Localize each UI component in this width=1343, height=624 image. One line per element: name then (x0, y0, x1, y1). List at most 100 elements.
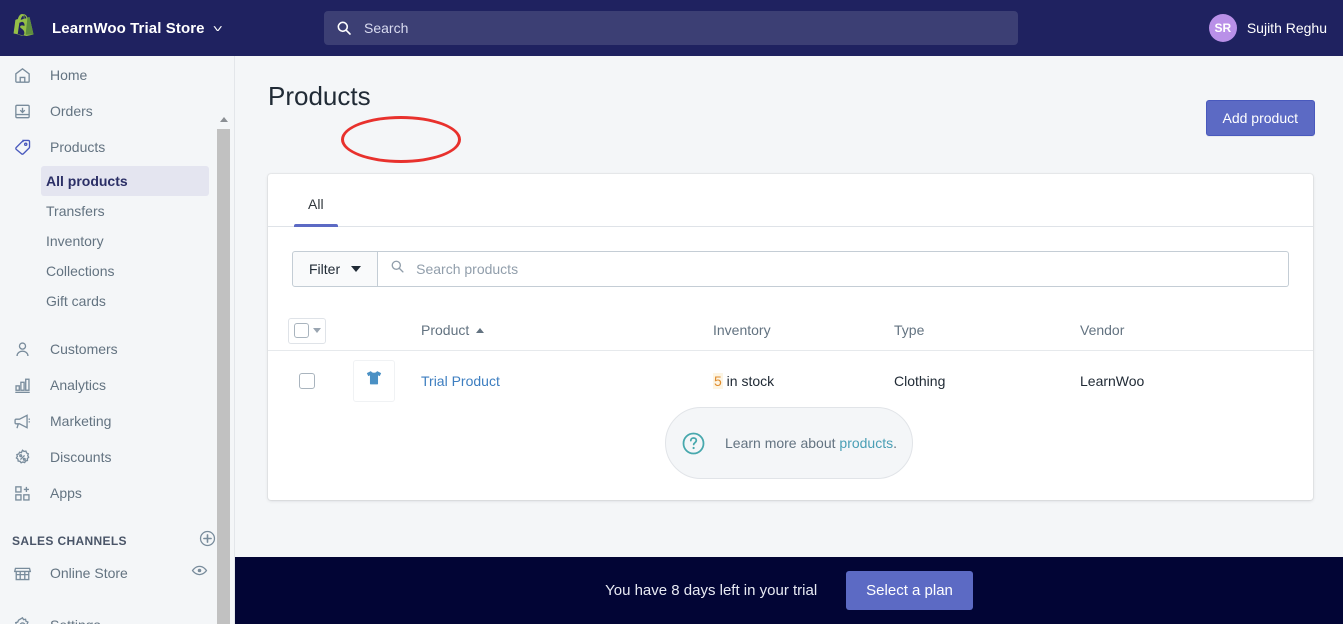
sidebar-label: Gift cards (46, 293, 106, 309)
sidebar-item-all-products[interactable]: All products (41, 166, 209, 196)
sidebar-item-orders[interactable]: Orders (4, 94, 226, 128)
search-products-field[interactable] (378, 251, 1289, 287)
sidebar-label: Customers (50, 341, 118, 357)
learn-more-prefix: Learn more about (725, 435, 840, 451)
trial-banner: You have 8 days left in your trial Selec… (235, 557, 1343, 624)
select-a-plan-button[interactable]: Select a plan (846, 571, 973, 610)
scrollbar-thumb[interactable] (217, 129, 230, 624)
add-product-button[interactable]: Add product (1205, 100, 1315, 136)
sidebar-label: Discounts (50, 449, 112, 465)
filter-label: Filter (309, 261, 341, 277)
caret-up-icon (476, 328, 485, 333)
sidebar-item-collections[interactable]: Collections (41, 256, 209, 286)
marketing-megaphone-icon (12, 411, 32, 431)
learn-more-period: . (893, 435, 897, 451)
user-menu[interactable]: SR Sujith Reghu (1208, 14, 1327, 42)
main-content: Products Export Import Add product All (235, 56, 1343, 624)
plus-circle-icon[interactable] (199, 530, 216, 552)
products-link[interactable]: products (839, 435, 893, 451)
filter-button[interactable]: Filter (292, 251, 379, 287)
sidebar-label: All products (46, 173, 128, 189)
sidebar-item-home[interactable]: Home (4, 58, 226, 92)
eye-icon[interactable] (191, 562, 208, 584)
sidebar-label: Settings (50, 617, 101, 624)
sidebar-item-customers[interactable]: Customers (4, 332, 226, 366)
sidebar-item-settings[interactable]: Settings (4, 608, 226, 624)
sidebar-label: Online Store (50, 565, 128, 581)
inventory-count: 5 (713, 373, 723, 389)
table-row[interactable]: Trial Product 5 in stock Clothing LearnW… (268, 351, 1313, 411)
orders-inbox-icon (12, 101, 32, 121)
trial-text: You have 8 days left in your trial (605, 582, 818, 599)
vendor-cell: LearnWoo (1080, 373, 1145, 389)
checkbox-unchecked-icon[interactable] (293, 323, 309, 338)
column-header-inventory[interactable]: Inventory (713, 322, 771, 338)
column-header-type[interactable]: Type (894, 322, 924, 338)
gear-icon (12, 615, 32, 624)
tab-all[interactable]: All (294, 196, 338, 227)
product-thumbnail (353, 360, 395, 402)
sidebar-item-online-store[interactable]: Online Store (4, 556, 226, 590)
annotation-ellipse-import (341, 116, 461, 163)
question-circle-icon (681, 431, 706, 456)
sidebar-label: Transfers (46, 203, 105, 219)
row-checkbox-cell[interactable] (288, 373, 326, 389)
sidebar-label: Collections (46, 263, 115, 279)
sidebar-label: Analytics (50, 377, 107, 393)
sidebar-item-marketing[interactable]: Marketing (4, 404, 226, 438)
learn-more-text: Learn more about products. (725, 435, 897, 451)
sidebar-item-analytics[interactable]: Analytics (4, 368, 226, 402)
store-name-label: LearnWoo Trial Store (52, 19, 205, 37)
search-icon (336, 20, 352, 36)
sidebar-item-products[interactable]: Products (4, 130, 226, 164)
column-label: Product (421, 322, 470, 338)
products-tag-icon (12, 137, 32, 157)
sidebar-label: Marketing (50, 413, 112, 429)
column-header-vendor[interactable]: Vendor (1080, 322, 1124, 338)
sidebar-item-inventory[interactable]: Inventory (41, 226, 209, 256)
caret-down-icon (351, 266, 362, 272)
sidebar-label: Home (50, 67, 88, 83)
apps-grid-plus-icon (12, 483, 32, 503)
column-header-product[interactable]: Product (421, 322, 485, 338)
inventory-suffix: in stock (722, 373, 775, 389)
discount-percent-icon (12, 447, 32, 467)
caret-down-icon[interactable] (312, 328, 321, 333)
sales-channels-label: SALES CHANNELS (12, 534, 127, 548)
shopify-bag-logo-icon (12, 14, 38, 42)
select-all-control[interactable] (288, 317, 326, 344)
sidebar-item-discounts[interactable]: Discounts (4, 440, 226, 474)
user-name-label: Sujith Reghu (1246, 20, 1327, 36)
products-table: Product Inventory Type Vendor Trial Prod… (268, 311, 1313, 411)
sidebar-item-transfers[interactable]: Transfers (41, 196, 209, 226)
sidebar-scrollbar[interactable] (216, 112, 231, 624)
search-products-input[interactable] (416, 261, 1288, 277)
sidebar-label: Products (50, 139, 106, 155)
sidebar-item-apps[interactable]: Apps (4, 476, 226, 510)
global-search-field[interactable] (324, 11, 1018, 45)
filter-row: Filter (268, 227, 1313, 287)
tabs-row: All (268, 174, 1313, 227)
sidebar: Home Orders Products All products Transf… (0, 56, 235, 624)
checkbox-unchecked-icon[interactable] (299, 373, 315, 389)
global-search-input[interactable] (364, 20, 964, 36)
sidebar-item-gift-cards[interactable]: Gift cards (41, 286, 209, 316)
chevron-down-icon[interactable]: ˅ (212, 22, 222, 34)
avatar: SR (1208, 14, 1237, 42)
sidebar-label: Orders (50, 103, 93, 119)
sales-channels-header: SALES CHANNELS (12, 530, 216, 552)
home-icon (12, 65, 32, 85)
product-name-link[interactable]: Trial Product (421, 373, 500, 389)
sidebar-label: Apps (50, 485, 82, 501)
top-bar: LearnWoo Trial Store ˅ SR Sujith Reghu (0, 0, 1343, 56)
inventory-cell: 5 in stock (713, 373, 774, 389)
scroll-up-arrow-icon[interactable] (216, 112, 231, 127)
customer-person-icon (12, 339, 32, 359)
search-icon (390, 259, 405, 279)
sidebar-label: Inventory (46, 233, 104, 249)
learn-more-card: Learn more about products. (665, 407, 913, 479)
storefront-icon (12, 563, 32, 583)
brand-area[interactable]: LearnWoo Trial Store ˅ (0, 14, 223, 42)
